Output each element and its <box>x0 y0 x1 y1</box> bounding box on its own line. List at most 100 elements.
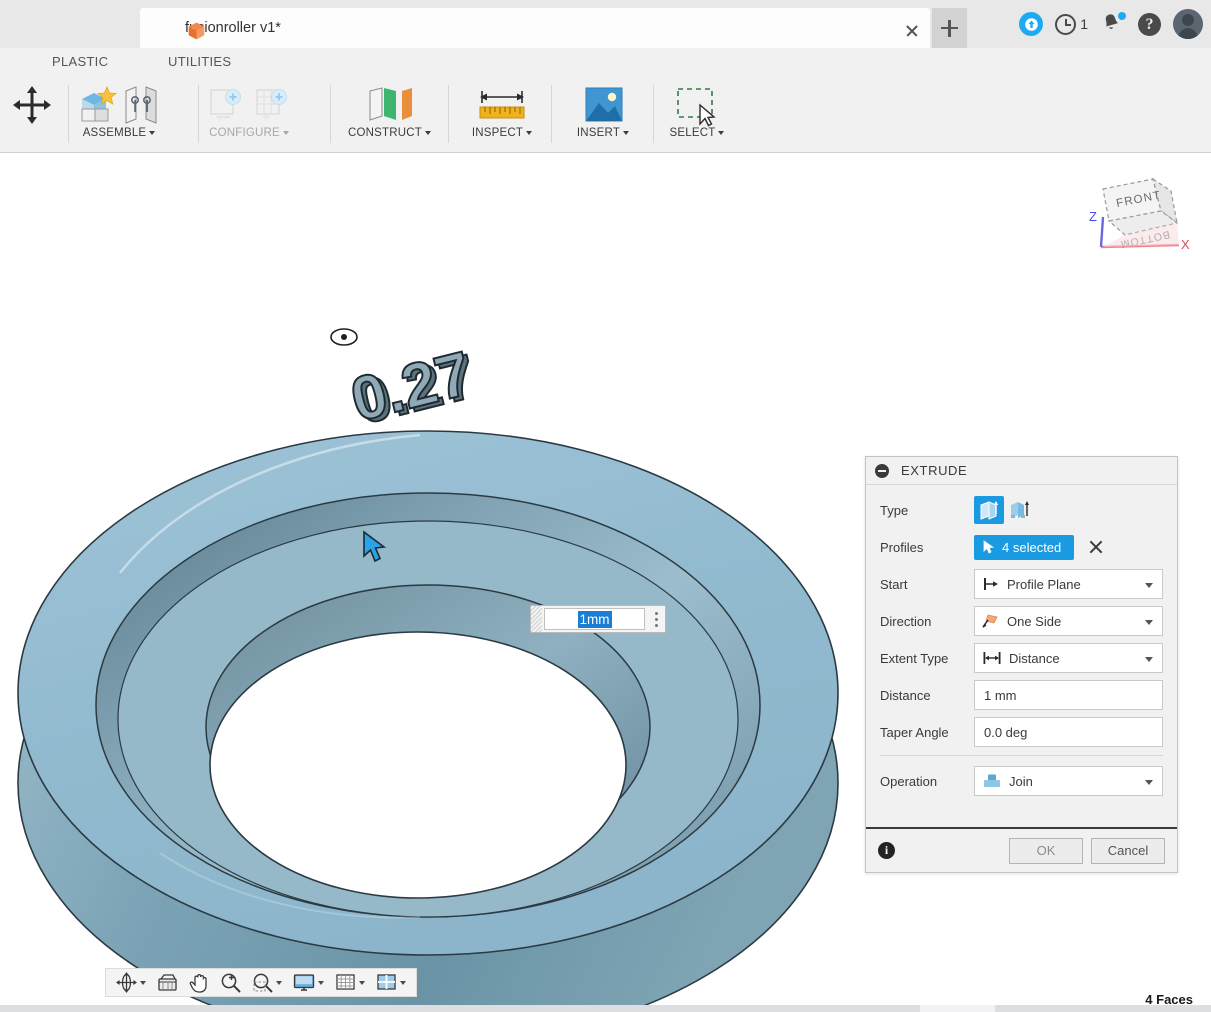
measure-ruler-icon[interactable] <box>466 83 538 127</box>
extrude-dialog[interactable]: EXTRUDE Type Profiles 4 selected Start P… <box>865 456 1178 873</box>
label-taper-angle: Taper Angle <box>880 724 949 740</box>
ribbon-divider <box>448 85 449 143</box>
clock-icon <box>1055 13 1077 35</box>
row-operation: Operation Join <box>866 765 1177 797</box>
row-extent-type: Extent Type Distance <box>866 642 1177 674</box>
join-operation-icon <box>984 774 1000 787</box>
chevron-down-icon <box>282 131 289 135</box>
chevron-down-icon <box>1145 583 1153 588</box>
ribbon-label-construct[interactable]: CONSTRUCT <box>348 127 431 139</box>
construct-icon[interactable] <box>354 83 426 127</box>
more-options-icon[interactable] <box>647 606 665 632</box>
profiles-selection-count: 4 selected <box>1002 539 1062 555</box>
joint-icon[interactable] <box>122 83 162 127</box>
chevron-down-icon <box>1145 620 1153 625</box>
operation-dropdown[interactable]: Join <box>974 766 1163 796</box>
tab-plastic[interactable]: PLASTIC <box>46 52 114 71</box>
distance-input[interactable]: 1 mm <box>974 680 1163 710</box>
configure-table-icon <box>252 83 292 127</box>
clear-selection-icon[interactable] <box>1088 539 1104 555</box>
ribbon-group-move <box>12 75 52 153</box>
row-start: Start Profile Plane <box>866 568 1177 600</box>
ok-button[interactable]: OK <box>1009 837 1083 864</box>
extrude-thin-icon[interactable] <box>1004 496 1034 524</box>
ribbon-divider <box>68 85 69 143</box>
chevron-down-icon <box>400 980 406 985</box>
start-dropdown[interactable]: Profile Plane <box>974 569 1163 599</box>
distance-inline-value: 1mm <box>577 610 612 628</box>
dialog-buttons: OK Cancel <box>1009 837 1165 864</box>
chevron-down-icon <box>526 131 533 135</box>
user-avatar-icon[interactable] <box>1173 9 1203 39</box>
insert-image-icon[interactable] <box>568 83 638 127</box>
document-tab[interactable]: fusionroller v1* <box>140 8 930 48</box>
scrollbar-thumb[interactable] <box>920 1005 995 1012</box>
bell-icon[interactable] <box>1100 11 1126 37</box>
assemble-icon[interactable] <box>76 83 118 127</box>
label-distance: Distance <box>880 687 931 703</box>
row-profiles: Profiles 4 selected <box>866 531 1177 563</box>
ribbon-label-select[interactable]: SELECT <box>670 127 725 139</box>
extent-type-value: Distance <box>1009 650 1060 666</box>
new-tab-icon[interactable] <box>932 8 967 48</box>
data-upload-icon[interactable] <box>1019 12 1044 36</box>
ribbon-label-text: INSPECT <box>471 127 524 139</box>
extrude-solid-icon[interactable] <box>974 496 1004 524</box>
close-tab-icon[interactable] <box>903 22 921 40</box>
horizontal-scrollbar[interactable] <box>0 1005 1211 1012</box>
titlebar-icon-group: 1 ? <box>1019 0 1203 48</box>
chevron-down-icon <box>140 980 146 985</box>
row-direction: Direction One Side <box>866 605 1177 637</box>
label-direction: Direction <box>880 613 932 629</box>
3d-viewport[interactable]: 0.27 0.27 FRONT BOTTOM X Z <box>0 153 1211 1012</box>
extrude-dialog-body: Type Profiles 4 selected Start Profile P… <box>866 485 1177 797</box>
extent-type-dropdown[interactable]: Distance <box>974 643 1163 673</box>
info-icon[interactable]: i <box>878 842 895 859</box>
view-cube[interactable]: FRONT BOTTOM X Z <box>1079 171 1199 266</box>
label-start: Start <box>880 576 908 592</box>
select-marquee-icon[interactable] <box>662 83 732 127</box>
help-icon[interactable]: ? <box>1138 12 1161 36</box>
cancel-button[interactable]: Cancel <box>1091 837 1165 864</box>
tab-utilities[interactable]: UTILITIES <box>162 52 237 71</box>
collapse-icon[interactable] <box>875 463 889 478</box>
selection-cursor-icon <box>983 540 995 554</box>
chevron-down-icon <box>149 131 156 135</box>
move-arrows-icon[interactable] <box>12 83 52 127</box>
extrude-dialog-footer: i OK Cancel <box>866 827 1177 872</box>
label-profiles: Profiles <box>880 539 924 555</box>
drag-grip-icon[interactable] <box>531 606 542 632</box>
title-bar: fusionroller v1* 1 ? <box>0 0 1211 48</box>
ribbon-label-text: SELECT <box>669 127 716 139</box>
direction-dropdown[interactable]: One Side <box>974 606 1163 636</box>
ribbon-group-inspect: INSPECT <box>466 75 538 153</box>
viewcube-z-label: Z <box>1089 209 1097 224</box>
chevron-down-icon <box>718 131 725 135</box>
ribbon-label-insert[interactable]: INSERT <box>576 127 630 139</box>
ribbon-label-text: INSERT <box>576 127 621 139</box>
ribbon-group-assemble: ASSEMBLE <box>76 75 162 153</box>
ribbon-divider <box>198 85 199 143</box>
profiles-selection-badge[interactable]: 4 selected <box>974 534 1075 560</box>
configure-icon <box>206 83 246 127</box>
ribbon-label-text: CONSTRUCT <box>348 127 422 139</box>
ribbon-label-text: ASSEMBLE <box>82 127 147 139</box>
job-status-icon[interactable]: 1 <box>1055 11 1088 37</box>
canvas-value-input[interactable]: 1mm <box>530 605 666 633</box>
ribbon-group-insert: INSERT <box>568 75 638 153</box>
chevron-down-icon <box>318 980 324 985</box>
ribbon-label-assemble[interactable]: ASSEMBLE <box>83 127 156 139</box>
distance-icon <box>983 652 1001 664</box>
taper-angle-input[interactable]: 0.0 deg <box>974 717 1163 747</box>
ribbon-toolbar: ASSEMBLE CONFIGURE CONSTRUCT INSPECT INS… <box>0 75 1211 153</box>
embossed-text-face: 0.27 <box>344 339 478 435</box>
notification-dot <box>1118 12 1126 20</box>
viewcube-x-label: X <box>1181 237 1190 252</box>
operation-value: Join <box>1009 773 1033 789</box>
ribbon-label-inspect[interactable]: INSPECT <box>471 127 533 139</box>
fusion360-window: fusionroller v1* 1 ? PLASTIC UTILITIES A… <box>0 0 1211 1012</box>
ribbon-label-configure: CONFIGURE <box>209 127 289 139</box>
distance-inline-field[interactable]: 1mm <box>544 608 645 630</box>
label-type: Type <box>880 502 909 518</box>
panel-divider <box>880 755 1163 756</box>
